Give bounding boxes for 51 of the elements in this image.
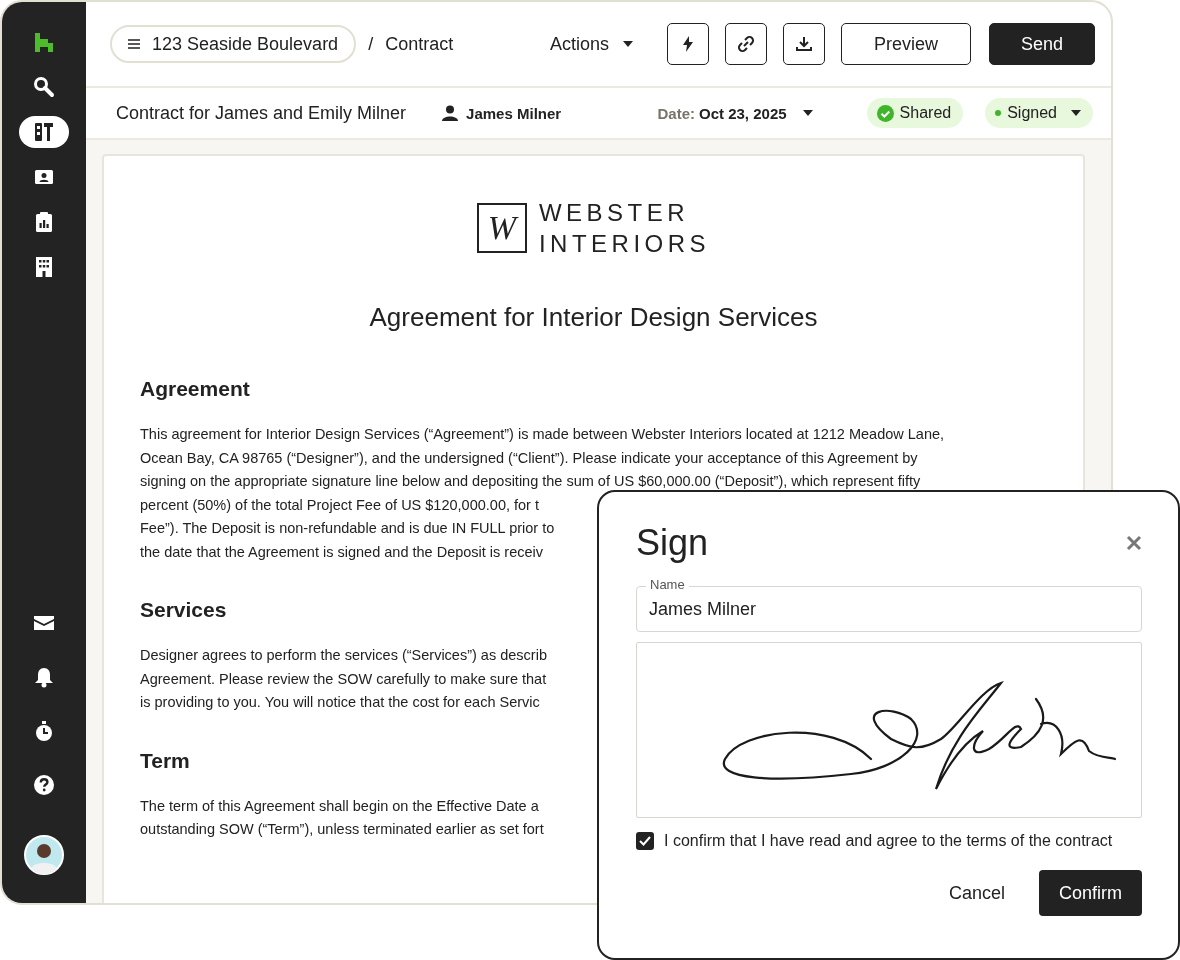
paragraph-line: Ocean Bay, CA 98765 (“Designer”), and the undersigned (“Client”). Please indicate your acceptance of this Agreement by bbox=[140, 448, 918, 468]
user-icon bbox=[442, 105, 459, 121]
agree-label: I confirm that I have read and agree to the terms of the contract bbox=[664, 832, 1113, 850]
confirm-button[interactable]: Confirm bbox=[1039, 870, 1142, 916]
menu-icon bbox=[128, 39, 140, 49]
paragraph-line: the date that the Agreement is signed and the Deposit is receiv bbox=[140, 542, 544, 562]
section-heading: Agreement bbox=[140, 377, 250, 401]
send-button[interactable]: Send bbox=[989, 23, 1095, 65]
breadcrumb-separator: / bbox=[368, 33, 374, 55]
agree-checkbox[interactable] bbox=[636, 832, 654, 850]
document-title: Agreement for Interior Design Services bbox=[368, 302, 819, 333]
caret-icon bbox=[622, 41, 633, 47]
contract-title: Contract for James and Emily Milner bbox=[116, 102, 407, 124]
tools-icon[interactable] bbox=[19, 116, 69, 148]
field-label: Name bbox=[646, 577, 689, 592]
client-name: James Milner bbox=[466, 104, 562, 122]
section-heading: Services bbox=[140, 598, 227, 622]
check-circle-icon bbox=[876, 104, 894, 122]
link-icon bbox=[736, 35, 755, 53]
signed-status-dropdown[interactable]: Signed bbox=[985, 98, 1093, 128]
logo-text: WEBSTER bbox=[538, 198, 691, 227]
paragraph-line: This agreement for Interior Design Services (“Agreement”) is made between Webster Interiors located at 1212 Meadow Lane, bbox=[140, 425, 945, 444]
download-icon bbox=[795, 36, 812, 52]
paragraph-line: percent (50%) of the total Project Fee of US $120,000.00, for t bbox=[140, 495, 539, 515]
breadcrumb-current: Contract bbox=[385, 33, 454, 55]
logo-text: INTERIORS bbox=[538, 229, 711, 258]
section-heading: Term bbox=[140, 748, 190, 773]
caret-icon bbox=[802, 110, 813, 116]
signature-pad[interactable] bbox=[636, 642, 1142, 818]
lightning-button[interactable] bbox=[666, 23, 709, 65]
paragraph-line: Agreement. Please review the SOW carefully to make sure that bbox=[140, 669, 547, 689]
paragraph-line: signing on the appropriate signature line below and depositing the sum of US $60,000.00 (“Deposit”), which represent fifty bbox=[140, 472, 921, 491]
paragraph-line: outstanding SOW (“Term”), unless terminated earlier as set fort bbox=[140, 820, 544, 839]
link-button[interactable] bbox=[724, 23, 767, 65]
download-button[interactable] bbox=[782, 23, 825, 65]
caret-icon bbox=[1071, 110, 1081, 116]
paragraph-line: is providing to you. You will notice that the cost for each Servic bbox=[140, 693, 540, 712]
date-dropdown[interactable]: Date: Oct 23, 2025 bbox=[651, 103, 819, 123]
logo-mark: W bbox=[476, 203, 527, 253]
project-selector[interactable]: 123 Seaside Boulevard bbox=[110, 25, 357, 63]
paragraph-line: The term of this Agreement shall begin on the Effective Date a bbox=[140, 796, 539, 816]
close-icon[interactable] bbox=[1126, 535, 1142, 551]
avatar-icon[interactable] bbox=[24, 835, 64, 875]
actions-dropdown[interactable]: Actions bbox=[545, 29, 637, 59]
shared-status: Shared bbox=[866, 98, 964, 128]
preview-button[interactable]: Preview bbox=[840, 23, 971, 65]
status-dot-icon bbox=[995, 110, 1002, 116]
dialog-title: Sign bbox=[636, 522, 709, 564]
paragraph-line: Fee”). The Deposit is non-refundable and is due IN FULL prior to bbox=[140, 519, 555, 538]
lightning-icon bbox=[681, 36, 694, 52]
paragraph-line: Designer agrees to perform the services (“Services”) as describ bbox=[140, 646, 547, 665]
